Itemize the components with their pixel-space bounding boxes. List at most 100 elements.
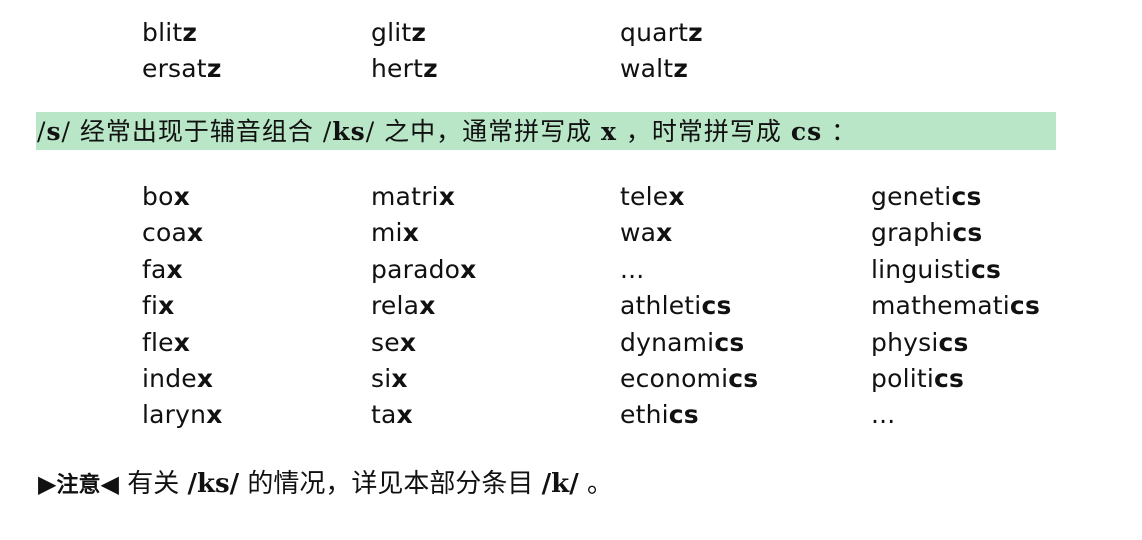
word-entry: linguistics: [871, 255, 1001, 285]
word-ending: cs: [1009, 291, 1041, 321]
word-ending: x: [668, 182, 685, 211]
word-stem: wa: [620, 218, 657, 248]
word-ending: z: [423, 54, 438, 84]
note-ph1-close-slash: /: [229, 469, 240, 499]
word-stem: politi: [871, 363, 935, 393]
combo-open-slash: /: [322, 117, 333, 146]
word-entry: ...: [620, 255, 644, 285]
spelling-x: x: [601, 117, 617, 146]
word-ending: z: [411, 18, 427, 47]
word-entry: mix: [371, 218, 419, 248]
word-stem: ...: [620, 254, 645, 284]
note-line: ▶注意◀ 有关 /ks/ 的情况，详见本部分条目 /k/ 。: [38, 464, 613, 504]
word-entry: paradox: [371, 255, 476, 285]
word-entry: blitz: [142, 18, 197, 48]
word-stem: geneti: [871, 182, 952, 211]
word-stem: blit: [142, 18, 183, 47]
note-text-1: 有关: [118, 469, 188, 499]
word-stem: graphi: [871, 218, 953, 248]
word-ending: x: [173, 182, 190, 211]
word-stem: ersat: [142, 54, 207, 84]
word-ending: x: [206, 400, 223, 430]
word-entry: waltz: [620, 54, 688, 84]
word-ending: cs: [934, 363, 965, 393]
note-marker-right-icon: ◀: [100, 470, 119, 498]
rule-text-4: ：: [822, 117, 858, 146]
word-entry: coax: [142, 218, 203, 248]
word-stem: ta: [371, 400, 397, 430]
rule-text-2: 之中，通常拼写成: [375, 117, 602, 146]
word-ending: cs: [970, 254, 1002, 284]
word-stem: laryn: [142, 400, 207, 430]
word-entry: sex: [371, 328, 416, 358]
word-entry: quartz: [620, 18, 703, 48]
word-ending: cs: [668, 400, 699, 430]
word-entry: graphics: [871, 218, 982, 248]
word-ending: x: [419, 291, 436, 321]
note-phoneme-ks: ks: [196, 469, 230, 499]
word-ending: x: [166, 254, 183, 284]
word-stem: mi: [371, 218, 403, 248]
word-entry: wax: [620, 218, 673, 248]
combo-close-slash: /: [365, 117, 376, 146]
word-entry: flex: [142, 328, 190, 358]
word-ending: x: [656, 218, 673, 248]
note-ph1-open-slash: /: [187, 469, 197, 499]
word-stem: fle: [142, 327, 174, 357]
note-label: 注意: [56, 473, 101, 498]
phoneme-close-slash: /: [61, 117, 71, 146]
word-ending: x: [399, 327, 417, 357]
word-entry: physics: [871, 328, 969, 358]
note-text-3: 。: [578, 469, 613, 499]
word-entry: genetics: [871, 182, 982, 212]
note-marker-left-icon: ▶: [38, 470, 57, 498]
note-phoneme-k: k: [551, 469, 570, 499]
word-ending: x: [396, 400, 413, 430]
word-ending: cs: [701, 291, 732, 321]
word-stem: matri: [371, 182, 439, 211]
word-ending: z: [688, 18, 703, 47]
word-stem: ...: [871, 400, 896, 430]
word-ending: x: [391, 363, 408, 393]
word-stem: ethi: [620, 400, 669, 430]
word-ending: x: [196, 363, 214, 393]
word-ending: cs: [714, 327, 745, 357]
phoneme-s: s: [46, 117, 62, 146]
rule-text-1: 经常出现于辅音组合: [70, 117, 323, 146]
word-ending: x: [158, 291, 175, 321]
word-entry: economics: [620, 364, 758, 394]
word-entry: ersatz: [142, 54, 222, 84]
word-ending: x: [460, 254, 477, 284]
note-ph2-open-slash: /: [541, 469, 552, 499]
phoneme-combo-ks: ks: [332, 117, 366, 146]
word-stem: linguisti: [871, 254, 971, 284]
word-ending: x: [402, 218, 420, 248]
word-stem: coa: [142, 218, 187, 248]
word-stem: parado: [371, 254, 461, 284]
rule-statement: /s/ 经常出现于辅音组合 /ks/ 之中，通常拼写成 x ，时常拼写成 cs …: [37, 114, 857, 150]
word-entry: ethics: [620, 400, 699, 430]
word-entry: glitz: [371, 18, 426, 48]
word-ending: x: [438, 182, 456, 211]
word-stem: bo: [142, 182, 174, 211]
note-ph2-close-slash: /: [569, 469, 579, 499]
rule-text-3: ，时常拼写成: [616, 117, 791, 146]
word-entry: box: [142, 182, 190, 212]
word-stem: physi: [871, 327, 939, 357]
word-entry: index: [142, 364, 213, 394]
word-entry: larynx: [142, 400, 223, 430]
spelling-cs: cs: [790, 117, 823, 146]
word-stem: rela: [371, 291, 420, 321]
word-ending: z: [673, 54, 689, 84]
note-text-2: 的情况，详见本部分条目: [239, 469, 542, 499]
word-ending: cs: [952, 218, 983, 248]
word-ending: cs: [951, 182, 982, 211]
word-entry: dynamics: [620, 328, 744, 358]
word-entry: athletics: [620, 291, 732, 321]
word-entry: politics: [871, 364, 964, 394]
word-stem: dynami: [620, 327, 715, 357]
word-stem: tele: [620, 182, 669, 211]
word-stem: fi: [142, 291, 159, 321]
word-entry: mathematics: [871, 291, 1040, 321]
word-entry: fix: [142, 291, 174, 321]
